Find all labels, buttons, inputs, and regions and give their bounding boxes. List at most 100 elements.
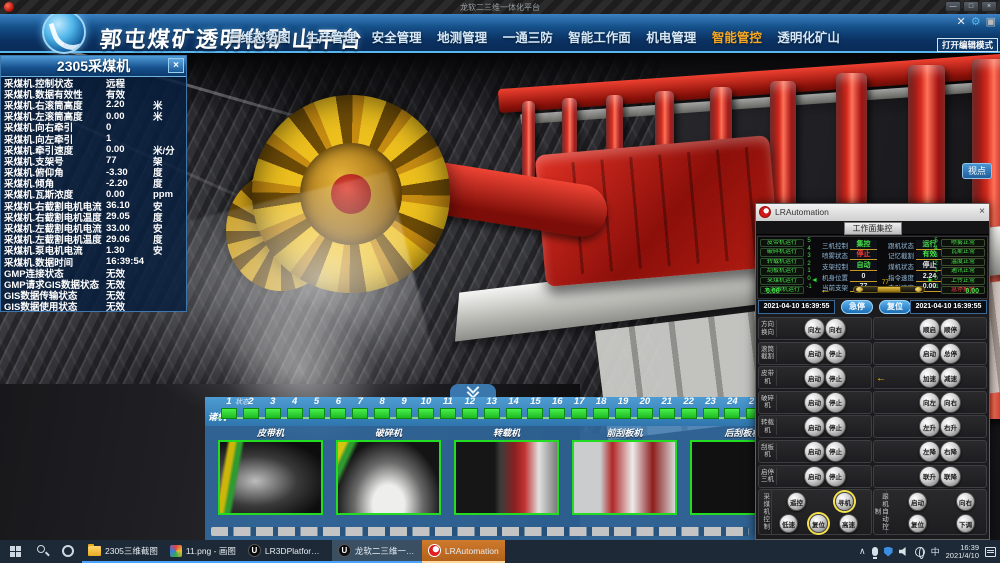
reset-small-button[interactable]: 复位 <box>809 514 828 533</box>
auto-reset-button[interactable]: 复位 <box>908 514 927 533</box>
nav-menu-item[interactable]: 智能工作面 <box>568 27 631 46</box>
security-shield-icon[interactable] <box>884 547 893 557</box>
support-cell[interactable]: 20 <box>634 397 656 419</box>
estop-button[interactable]: 急停 <box>841 300 873 314</box>
tool-icon[interactable]: ✕ <box>957 15 966 29</box>
taskbar-app-screenshot-folder[interactable]: 2305三维截图 <box>82 540 164 563</box>
support-cell[interactable]: 12 <box>459 397 481 419</box>
nav-menu-item[interactable]: 智能管控 <box>712 27 762 46</box>
taskbar-clock[interactable]: 16:39 2021/4/10 <box>946 544 979 560</box>
control-button[interactable]: 左降 <box>919 441 940 462</box>
support-cell[interactable]: 22 <box>678 397 700 419</box>
control-button[interactable]: 向左 <box>919 392 940 413</box>
taskbar-app-platform-active[interactable]: U 龙软二三维一体化... <box>332 540 422 563</box>
seek-button[interactable]: 寻机 <box>835 492 854 511</box>
nav-menu-item[interactable]: 安全管理 <box>372 27 422 46</box>
lower-button[interactable]: 下调 <box>956 514 975 533</box>
ime-indicator[interactable]: 中 <box>931 545 940 558</box>
support-cell[interactable]: 14 <box>503 397 525 419</box>
start-button[interactable] <box>0 540 30 563</box>
support-cell[interactable]: 24 <box>721 397 743 419</box>
support-cell[interactable]: 5 <box>306 397 328 419</box>
reset-button[interactable]: 复位 <box>879 300 911 314</box>
support-cell[interactable]: 23 <box>700 397 722 419</box>
support-cell[interactable]: 19 <box>612 397 634 419</box>
stop-button[interactable]: 停止 <box>825 343 846 364</box>
support-cell[interactable]: 4 <box>284 397 306 419</box>
status-lamp[interactable]: 温度正常 <box>941 258 985 266</box>
low-speed-button[interactable]: 低速 <box>779 514 798 533</box>
resize-icon[interactable]: ▣ <box>986 15 996 29</box>
viewpoint-tab[interactable]: 视点 <box>962 163 992 179</box>
auto-start-button[interactable]: 启动 <box>908 492 927 511</box>
control-button[interactable]: 联降 <box>940 466 961 487</box>
start-button[interactable]: 启动 <box>804 367 825 388</box>
thumbnail-pager-strip[interactable] <box>211 527 749 536</box>
microphone-icon[interactable] <box>872 547 878 556</box>
start-button[interactable]: 启动 <box>804 466 825 487</box>
taskbar-app-lr3dplatform[interactable]: U LR3DPlatform - U... <box>242 540 332 563</box>
stop-button[interactable]: 停止 <box>825 441 846 462</box>
nav-menu-item[interactable]: 生产管理 <box>306 27 356 46</box>
control-button[interactable]: 联升 <box>919 466 940 487</box>
control-button[interactable]: 减速 <box>940 367 961 388</box>
position-slider-handle[interactable] <box>877 286 901 293</box>
support-cell[interactable]: 7 <box>349 397 371 419</box>
nav-menu-item[interactable]: 透明化矿山 <box>777 27 840 46</box>
start-button[interactable]: 启动 <box>804 416 825 437</box>
support-cell[interactable]: 6 <box>327 397 349 419</box>
control-button[interactable]: 启动 <box>919 343 940 364</box>
close-button[interactable]: × <box>981 1 997 12</box>
camera-thumbnail[interactable] <box>572 440 677 515</box>
support-cell[interactable]: 18 <box>590 397 612 419</box>
start-button[interactable]: 启动 <box>804 343 825 364</box>
stop-button[interactable]: 停止 <box>825 392 846 413</box>
hidden-icons-chevron[interactable]: ∧ <box>859 546 866 557</box>
stop-button[interactable]: 停止 <box>825 367 846 388</box>
status-lamp[interactable]: 刮板机运行 <box>760 267 804 275</box>
support-cell[interactable]: 13 <box>481 397 503 419</box>
remote-button[interactable]: 遥控 <box>787 492 806 511</box>
high-speed-button[interactable]: 高速 <box>839 514 858 533</box>
stop-button[interactable]: 向右 <box>825 318 846 339</box>
status-lamp[interactable]: 通讯正常 <box>941 267 985 275</box>
support-cell[interactable]: 3 <box>262 397 284 419</box>
move-right-button[interactable]: 向右 <box>956 492 975 511</box>
open-edit-mode-button[interactable]: 打开编辑模式 <box>937 38 998 52</box>
gear-icon[interactable]: ⚙ <box>971 15 981 29</box>
camera-thumbnail[interactable] <box>336 440 441 515</box>
support-cell[interactable]: 9 <box>393 397 415 419</box>
support-cell[interactable]: 2 <box>240 397 262 419</box>
nav-menu-item[interactable]: 机电管理 <box>646 27 696 46</box>
nav-menu-item[interactable]: 三维态势图 <box>228 27 291 46</box>
support-cell[interactable]: 10 <box>415 397 437 419</box>
stop-button[interactable]: 停止 <box>825 466 846 487</box>
minimize-button[interactable]: — <box>945 1 961 12</box>
start-button[interactable]: 启动 <box>804 441 825 462</box>
support-cell[interactable]: 21 <box>656 397 678 419</box>
start-button[interactable]: 向左 <box>804 318 825 339</box>
control-button[interactable]: 总停 <box>940 343 961 364</box>
notification-icon[interactable] <box>985 547 996 557</box>
control-button[interactable]: 右降 <box>940 441 961 462</box>
status-lamp[interactable]: 转载机运行 <box>760 258 804 266</box>
nav-menu-item[interactable]: 一通三防 <box>503 27 553 46</box>
tab-workface-control[interactable]: 工作面集控 <box>844 222 902 235</box>
status-lamp[interactable]: 喷雾正常 <box>941 239 985 247</box>
status-lamp[interactable]: 破碎机运行 <box>760 248 804 256</box>
maximize-button[interactable]: □ <box>963 1 979 12</box>
network-icon[interactable] <box>915 547 925 557</box>
support-cell[interactable]: 8 <box>371 397 393 419</box>
support-cell[interactable]: 17 <box>568 397 590 419</box>
taskbar-app-lrautomation[interactable]: LRAutomation <box>422 540 505 563</box>
cortana-button[interactable] <box>56 540 82 563</box>
control-button[interactable]: 顺停 <box>940 318 961 339</box>
control-button[interactable]: 左升 <box>919 416 940 437</box>
support-cell[interactable]: 16 <box>546 397 568 419</box>
status-lamp[interactable]: 瓦斯正常 <box>941 248 985 256</box>
control-button[interactable]: 右升 <box>940 416 961 437</box>
support-cell[interactable]: 15 <box>524 397 546 419</box>
support-cell[interactable]: 1 <box>218 397 240 419</box>
start-button[interactable]: 启动 <box>804 392 825 413</box>
control-button[interactable]: 向右 <box>940 392 961 413</box>
